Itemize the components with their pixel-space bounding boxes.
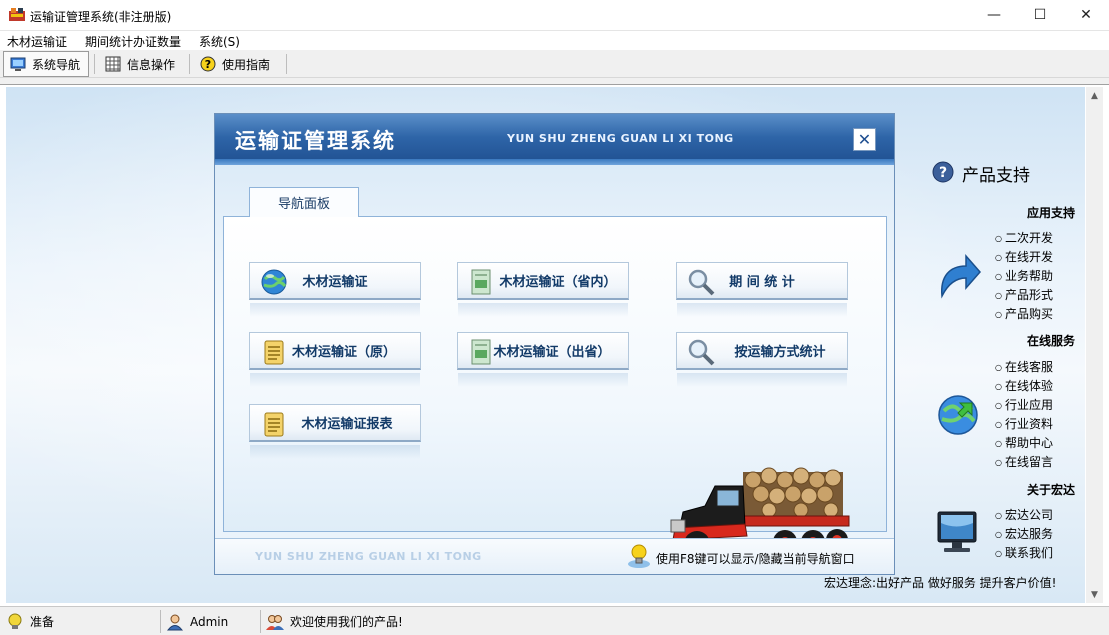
status-ready: 准备 <box>6 607 54 635</box>
nav-button-label: 木材运输证报表 <box>301 417 393 432</box>
stats-by-transport-button[interactable]: 按运输方式统计 <box>676 332 848 387</box>
user-icon <box>166 614 184 630</box>
scroll-up-arrow-icon[interactable]: ▲ <box>1086 87 1103 104</box>
toolbar-separator <box>94 54 95 74</box>
link-business-help[interactable]: 业务帮助 <box>995 267 1053 284</box>
company-motto: 宏达理念:出好产品 做好服务 提升客户价值! <box>824 576 1057 590</box>
toolbar-separator <box>189 54 190 74</box>
question-icon: ? <box>932 161 954 183</box>
wood-permit-provincial-button[interactable]: 木材运输证（省内） <box>457 262 629 317</box>
window-title: 运输证管理系统(非注册版) <box>30 10 172 24</box>
status-ready-text: 准备 <box>30 615 55 629</box>
monitor-icon <box>10 57 26 71</box>
footer-hint: 使用F8键可以显示/隐藏当前导航窗口 <box>656 552 855 566</box>
toolbar-label: 信息操作 <box>127 57 176 72</box>
link-leave-message[interactable]: 在线留言 <box>995 453 1053 470</box>
notepad-icon <box>264 340 284 365</box>
nav-button-label: 木材运输证（省内） <box>499 275 617 290</box>
wood-permit-original-button[interactable]: 木材运输证（原） <box>249 332 421 387</box>
wood-permit-button[interactable]: 木材运输证 <box>249 262 421 317</box>
users-icon <box>266 614 284 630</box>
period-stats-button[interactable]: 期 间 统 计 <box>676 262 848 317</box>
document-icon <box>471 339 491 365</box>
tab-navigation-panel[interactable]: 导航面板 <box>249 187 359 217</box>
notepad-icon <box>264 412 284 437</box>
nav-button-label: 木材运输证（出省） <box>493 345 611 360</box>
title-bar: 运输证管理系统(非注册版) — ☐ ✕ <box>0 0 1109 31</box>
toolbar: 系统导航 信息操作 ? 使用指南 <box>0 50 1109 78</box>
toolbar-label: 使用指南 <box>222 57 271 72</box>
wood-permit-outbound-button[interactable]: 木材运输证（出省） <box>457 332 629 387</box>
nav-button-label: 期 间 统 计 <box>729 275 795 290</box>
section-heading-online-service: 在线服务 <box>1027 334 1076 348</box>
dialog-header: 运输证管理系统 YUN SHU ZHENG GUAN LI XI TONG ✕ <box>215 114 894 165</box>
menu-wood-permit[interactable]: 木材运输证 <box>7 33 67 50</box>
status-user-name: Admin <box>190 614 229 629</box>
dialog-close-button[interactable]: ✕ <box>853 128 876 151</box>
magnifier-icon <box>688 269 715 296</box>
lightbulb-icon <box>628 544 650 568</box>
menu-period-stats[interactable]: 期间统计办证数量 <box>85 33 181 50</box>
app-icon <box>9 8 25 21</box>
menu-bar: 木材运输证 期间统计办证数量 系统(S) <box>0 31 1109 50</box>
help-icon: ? <box>200 56 216 72</box>
nav-button-label: 按运输方式统计 <box>734 345 826 360</box>
link-contact-us[interactable]: 联系我们 <box>995 544 1053 561</box>
status-welcome: 欢迎使用我们的产品! <box>266 607 403 635</box>
status-welcome-text: 欢迎使用我们的产品! <box>290 615 403 629</box>
dialog-body: 导航面板 木材运输证 木材运输证（省内） 期 间 统 计 木材运输证（原） 木材… <box>215 165 894 568</box>
globe-icon <box>261 269 287 295</box>
link-online-trial[interactable]: 在线体验 <box>995 377 1053 394</box>
scroll-down-arrow-icon[interactable]: ▼ <box>1086 586 1103 603</box>
vertical-scrollbar[interactable]: ▲ ▼ <box>1086 87 1103 603</box>
link-product-purchase[interactable]: 产品购买 <box>995 305 1053 322</box>
product-support-title: 产品支持 <box>962 166 1030 186</box>
toolbar-label: 系统导航 <box>32 57 81 72</box>
navigation-dialog: 运输证管理系统 YUN SHU ZHENG GUAN LI XI TONG ✕ … <box>214 113 895 575</box>
link-product-form[interactable]: 产品形式 <box>995 286 1053 303</box>
section-heading-about: 关于宏达 <box>1027 483 1076 497</box>
dialog-pinyin: YUN SHU ZHENG GUAN LI XI TONG <box>507 132 734 145</box>
toolbar-system-nav-button[interactable]: 系统导航 <box>3 51 89 77</box>
dialog-title: 运输证管理系统 <box>235 128 396 153</box>
link-secondary-dev[interactable]: 二次开发 <box>995 229 1053 246</box>
link-online-support[interactable]: 在线客服 <box>995 358 1053 375</box>
link-company[interactable]: 宏达公司 <box>995 506 1053 523</box>
toolbar-user-guide-button[interactable]: ? 使用指南 <box>194 51 276 77</box>
link-help-center[interactable]: 帮助中心 <box>995 434 1053 451</box>
menu-system[interactable]: 系统(S) <box>199 33 240 50</box>
nav-button-label: 木材运输证（原） <box>291 345 396 360</box>
document-icon <box>471 269 491 295</box>
svg-text:?: ? <box>205 58 211 71</box>
link-online-dev[interactable]: 在线开发 <box>995 248 1053 265</box>
link-industry-docs[interactable]: 行业资料 <box>995 415 1053 432</box>
toolbar-info-ops-button[interactable]: 信息操作 <box>99 51 181 77</box>
section-heading-app-support: 应用支持 <box>1027 206 1076 220</box>
curved-arrow-icon <box>941 254 981 299</box>
status-bar: 准备 Admin 欢迎使用我们的产品! <box>0 606 1109 635</box>
minimize-button[interactable]: — <box>971 0 1017 30</box>
wood-permit-report-button[interactable]: 木材运输证报表 <box>249 404 421 459</box>
monitor-icon <box>937 511 977 552</box>
svg-text:?: ? <box>939 165 947 181</box>
lightbulb-icon <box>8 613 22 629</box>
nav-button-label: 木材运输证 <box>302 275 368 290</box>
log-pile <box>743 467 843 518</box>
link-services[interactable]: 宏达服务 <box>995 525 1053 542</box>
status-divider <box>160 610 161 633</box>
grid-icon <box>105 56 121 72</box>
link-industry-apps[interactable]: 行业应用 <box>995 396 1053 413</box>
globe-arrow-icon <box>938 395 978 435</box>
footer-pinyin: YUN SHU ZHENG GUAN LI XI TONG <box>255 550 482 563</box>
close-button[interactable]: ✕ <box>1063 0 1109 30</box>
toolbar-separator <box>286 54 287 74</box>
status-divider <box>260 610 261 633</box>
status-user: Admin <box>166 607 228 635</box>
magnifier-icon <box>688 339 715 366</box>
dialog-footer: YUN SHU ZHENG GUAN LI XI TONG 使用F8键可以显示/… <box>215 538 894 574</box>
maximize-button[interactable]: ☐ <box>1017 0 1063 30</box>
